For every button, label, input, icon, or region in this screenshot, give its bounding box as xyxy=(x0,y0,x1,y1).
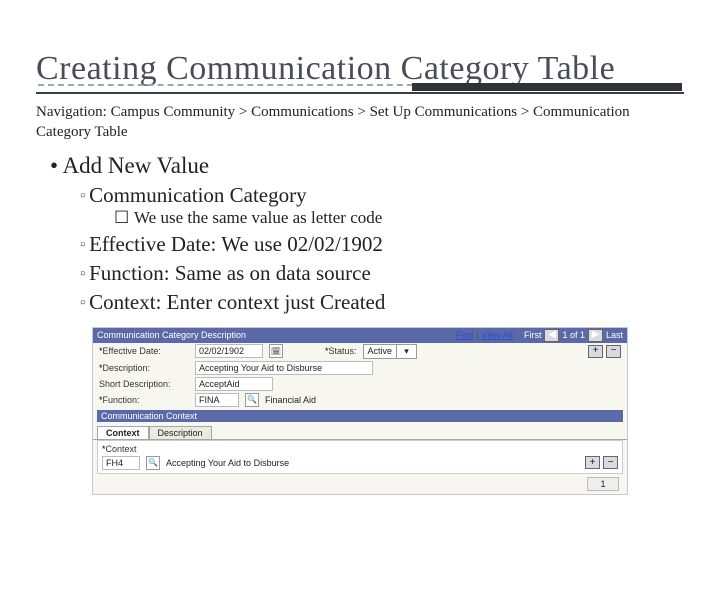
accent-bar xyxy=(412,83,682,91)
bullet-label: Effective Date: xyxy=(89,232,216,256)
first-label[interactable]: First xyxy=(524,330,542,340)
slide: Creating Communication Category Table Na… xyxy=(0,50,720,590)
bullet-comm-category: Communication Category We use the same v… xyxy=(80,183,720,228)
bullet-effective-date: Effective Date: We use 02/02/1902 xyxy=(80,232,720,257)
context-tabs: Context Description xyxy=(93,426,627,440)
function-text: Financial Aid xyxy=(265,395,316,405)
find-link[interactable]: Find xyxy=(456,330,474,340)
bullet-value: We use 02/02/1902 xyxy=(216,232,383,256)
context-description: Accepting Your Aid to Disburse xyxy=(166,458,289,468)
breadcrumb: Navigation: Campus Community > Communica… xyxy=(36,102,684,143)
bullet-list: Add New Value Communication Category We … xyxy=(50,153,720,315)
bullet-context: Context: Enter context just Created xyxy=(80,290,720,315)
footer-counter[interactable]: 1 xyxy=(587,477,619,491)
function-input[interactable]: FINA xyxy=(195,393,239,407)
view-all-link[interactable]: View All xyxy=(482,330,513,340)
bullet-function: Function: Same as on data source xyxy=(80,261,720,286)
shortdesc-input[interactable]: AcceptAid xyxy=(195,377,273,391)
function-label: Function: xyxy=(99,395,189,405)
context-input[interactable]: FH4 xyxy=(102,456,140,470)
delete-row-icon[interactable]: − xyxy=(606,345,621,358)
next-icon[interactable]: ▶ xyxy=(588,329,603,342)
effdate-label: Effective Date: xyxy=(99,346,189,356)
last-label[interactable]: Last xyxy=(606,330,623,340)
chevron-down-icon: ▾ xyxy=(396,345,416,358)
context-label: Context xyxy=(102,444,152,454)
status-value: Active xyxy=(364,346,397,356)
tab-description[interactable]: Description xyxy=(149,426,212,439)
add-row-icon[interactable]: + xyxy=(588,345,603,358)
context-body: Context FH4 🔍 Accepting Your Aid to Disb… xyxy=(97,440,623,474)
add-row-icon[interactable]: + xyxy=(585,456,600,469)
bullet-letter-code: We use the same value as letter code xyxy=(114,208,720,228)
bullet-label: Function: xyxy=(89,261,170,285)
shortdesc-label: Short Description: xyxy=(99,379,189,389)
slide-top-rule xyxy=(0,84,720,94)
form-title: Communication Category Description xyxy=(97,330,246,340)
context-title: Communication Context xyxy=(101,411,197,421)
calendar-icon[interactable]: 🗓 xyxy=(269,344,283,358)
effdate-input[interactable]: 02/02/1902 xyxy=(195,344,263,358)
category-form: Communication Category Description Find … xyxy=(92,327,628,495)
description-label: Description: xyxy=(99,363,189,373)
context-header: Communication Context xyxy=(97,410,623,422)
description-input[interactable]: Accepting Your Aid to Disburse xyxy=(195,361,373,375)
lookup-icon[interactable]: 🔍 xyxy=(146,456,160,470)
bullet-value: Enter context just Created xyxy=(161,290,385,314)
form-body: Effective Date: 02/02/1902 🗓 Status: Act… xyxy=(93,343,627,494)
status-label: Status: xyxy=(325,346,357,356)
status-select[interactable]: Active ▾ xyxy=(363,344,418,359)
prev-icon[interactable]: ◀ xyxy=(544,329,559,342)
bullet-text: Communication Category xyxy=(89,183,307,207)
delete-row-icon[interactable]: − xyxy=(603,456,618,469)
bullet-label: Context: xyxy=(89,290,161,314)
form-header: Communication Category Description Find … xyxy=(93,328,627,343)
lookup-icon[interactable]: 🔍 xyxy=(245,393,259,407)
bullet-text: We use the same value as letter code xyxy=(134,208,382,227)
grid-navbar: Find | View All First ◀ 1 of 1 ▶ Last xyxy=(456,329,623,342)
bullet-value: Same as on data source xyxy=(170,261,371,285)
tab-context[interactable]: Context xyxy=(97,426,149,439)
bullet-text: Add New Value xyxy=(63,153,210,178)
bullet-add-new-value: Add New Value Communication Category We … xyxy=(50,153,720,315)
row-counter: 1 of 1 xyxy=(562,330,585,340)
